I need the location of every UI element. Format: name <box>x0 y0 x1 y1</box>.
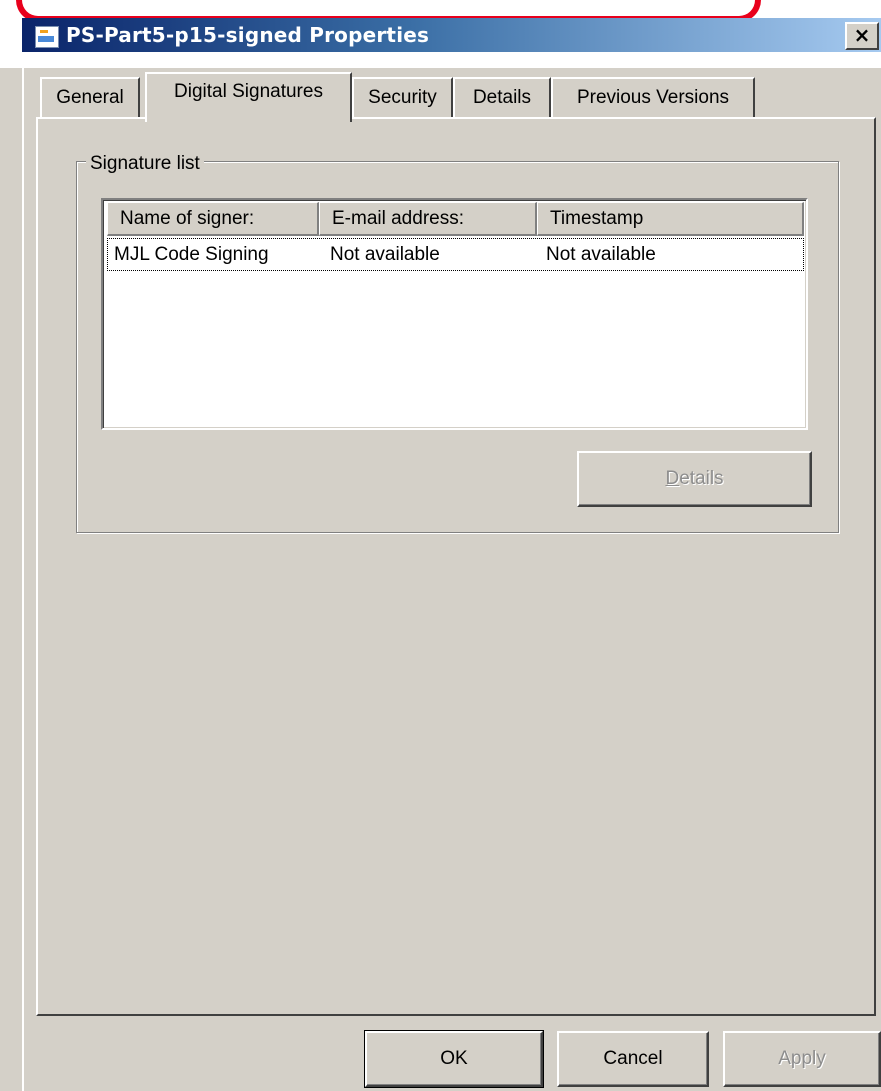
signature-list-label: Signature list <box>86 152 204 176</box>
details-button[interactable]: Details <box>577 451 812 507</box>
window-title: PS-Part5-p15-signed Properties <box>66 23 430 47</box>
tab-general[interactable]: General <box>40 77 140 117</box>
title-bar-area: PS-Part5-p15-signed Properties × <box>0 0 881 68</box>
window-border <box>22 52 24 1091</box>
tab-details[interactable]: Details <box>453 77 551 117</box>
column-header-email[interactable]: E-mail address: <box>319 202 537 236</box>
column-header-name[interactable]: Name of signer: <box>107 202 319 236</box>
column-header-timestamp[interactable]: Timestamp <box>537 202 804 236</box>
timestamp-cell: Not available <box>546 244 656 265</box>
details-label: etails <box>679 468 724 489</box>
list-header: Name of signer: E-mail address: Timestam… <box>107 202 804 236</box>
cancel-button[interactable]: Cancel <box>557 1031 709 1087</box>
email-cell: Not available <box>330 244 440 265</box>
signature-list[interactable]: Name of signer: E-mail address: Timestam… <box>101 198 808 430</box>
tab-security[interactable]: Security <box>352 77 453 117</box>
close-button[interactable]: × <box>845 22 879 50</box>
table-row[interactable]: MJL Code Signing Not available Not avail… <box>107 238 804 271</box>
ok-button[interactable]: OK <box>364 1030 544 1088</box>
tab-previous-versions[interactable]: Previous Versions <box>551 77 755 117</box>
signer-name-cell: MJL Code Signing <box>114 244 269 265</box>
tab-digital-signatures[interactable]: Digital Signatures <box>145 72 352 122</box>
details-access-key: D <box>665 468 680 489</box>
document-icon[interactable] <box>35 26 59 48</box>
apply-button[interactable]: Apply <box>723 1031 881 1087</box>
